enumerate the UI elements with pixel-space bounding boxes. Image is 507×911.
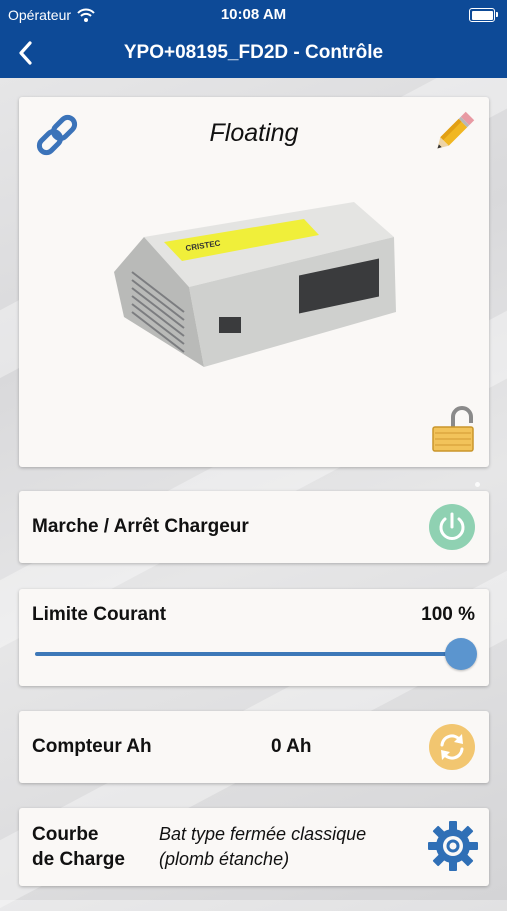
charge-curve-row: Courbe de Charge Bat type fermée classiq… bbox=[19, 808, 489, 886]
page-indicator bbox=[469, 474, 480, 492]
clock: 10:08 AM bbox=[220, 6, 287, 23]
charger-toggle-row: Marche / Arrêt Chargeur bbox=[19, 491, 489, 563]
battery-charger-image: CRISTEC bbox=[114, 202, 396, 367]
charger-status-card: Floating CRISTEC bbox=[19, 97, 489, 467]
power-icon bbox=[439, 512, 465, 540]
navigation-bar: YPO+08195_FD2D - Contrôle bbox=[0, 30, 507, 76]
page-title: YPO+08195_FD2D - Contrôle bbox=[123, 42, 384, 63]
charge-curve-value-line2: (plomb étanche) bbox=[159, 849, 290, 869]
status-bar: Opérateur 10:08 AM bbox=[0, 0, 507, 30]
power-button[interactable] bbox=[429, 504, 475, 550]
slider-thumb[interactable] bbox=[445, 638, 477, 670]
current-limit-label: Limite Courant bbox=[32, 604, 167, 625]
ah-counter-label: Compteur Ah bbox=[32, 736, 152, 757]
current-limit-slider[interactable] bbox=[35, 637, 477, 671]
pencil-icon[interactable] bbox=[431, 111, 475, 155]
charge-curve-label-line1: Courbe bbox=[32, 824, 99, 845]
charge-curve-label: Courbe de Charge bbox=[32, 822, 125, 872]
refresh-icon bbox=[440, 734, 464, 760]
charge-curve-value: Bat type fermée classique (plomb étanche… bbox=[159, 822, 419, 872]
charge-curve-value-line1: Bat type fermée classique bbox=[159, 824, 367, 844]
gear-icon[interactable] bbox=[427, 820, 479, 872]
reset-counter-button[interactable] bbox=[429, 724, 475, 770]
charger-toggle-label: Marche / Arrêt Chargeur bbox=[32, 516, 249, 537]
ah-counter-row: Compteur Ah 0 Ah bbox=[19, 711, 489, 783]
current-limit-value: 100 % bbox=[421, 604, 475, 625]
charger-state: Floating bbox=[209, 119, 299, 147]
battery-icon bbox=[469, 8, 498, 22]
slider-track bbox=[35, 652, 461, 656]
top-bar: Opérateur 10:08 AM YPO+08195_FD2D - Cont… bbox=[0, 0, 507, 78]
unlocked-padlock-icon[interactable] bbox=[431, 405, 475, 453]
current-limit-row: Limite Courant 100 % bbox=[19, 589, 489, 686]
ah-counter-value: 0 Ah bbox=[271, 736, 312, 757]
chevron-left-icon[interactable] bbox=[14, 38, 38, 68]
charge-curve-label-line2: de Charge bbox=[32, 849, 125, 870]
